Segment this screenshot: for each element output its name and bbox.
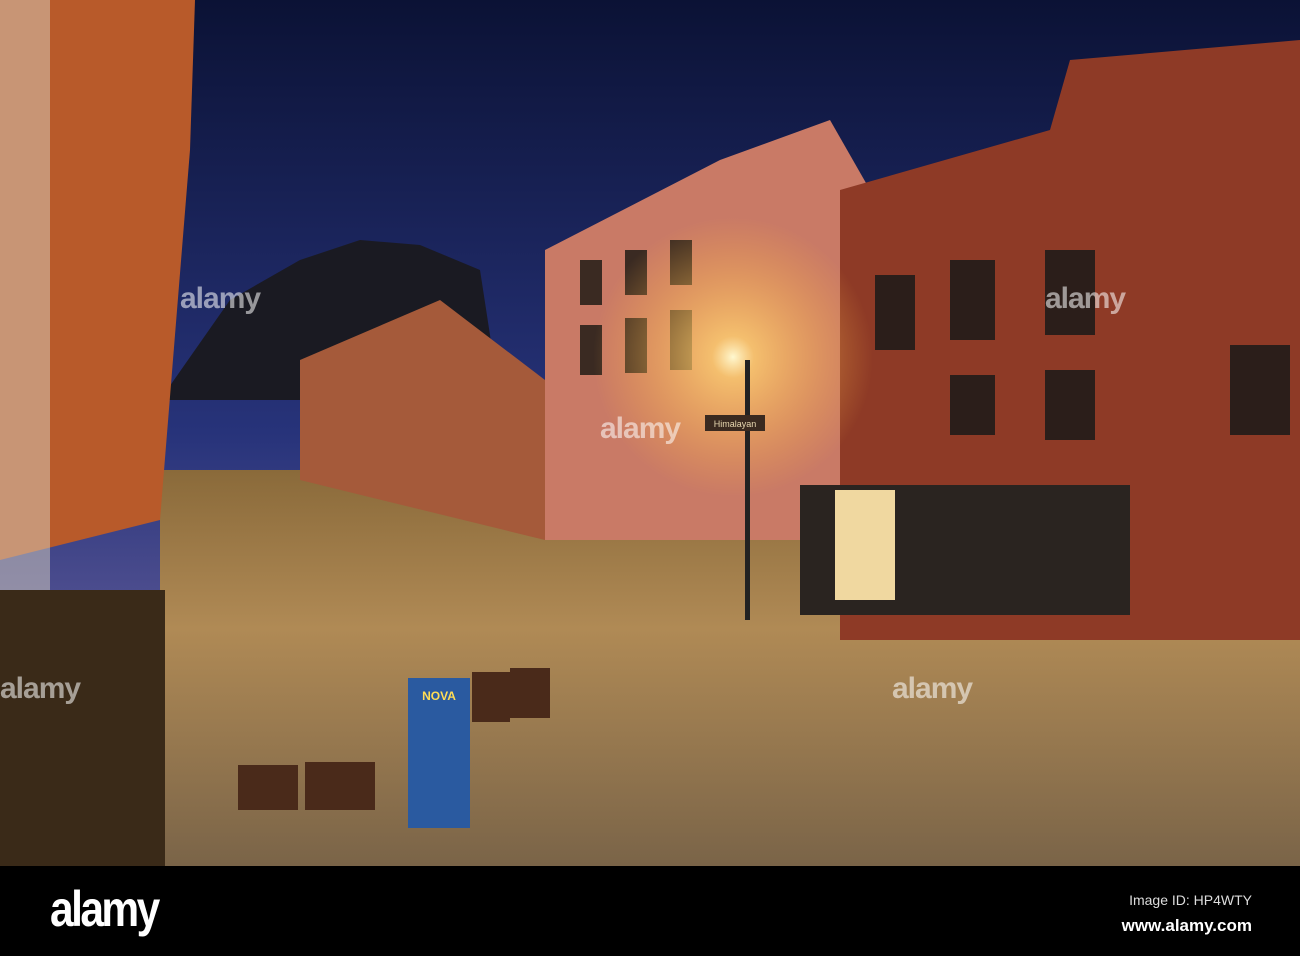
lamp-post xyxy=(745,360,750,620)
watermark: alamy xyxy=(0,672,81,705)
alamy-logo[interactable]: alamy xyxy=(50,880,160,938)
watermark: alamy xyxy=(892,672,973,705)
nova-sign-text: NOVA xyxy=(422,689,456,703)
footer-bar: alamy Image ID: HP4WTY www.alamy.com xyxy=(0,866,1300,956)
image-id: Image ID: HP4WTY xyxy=(1129,892,1252,908)
left-balcony xyxy=(0,590,165,866)
site-url[interactable]: www.alamy.com xyxy=(1122,916,1252,936)
street-lamp-glow xyxy=(593,217,873,497)
shop-sign-text: Himalayan xyxy=(714,419,757,429)
stock-photo-page: NOVA Himalayan alamy alamy alamy alamy a… xyxy=(0,0,1300,956)
watermark: alamy xyxy=(600,412,681,445)
watermark: alamy xyxy=(180,282,261,315)
watermark: alamy xyxy=(1045,282,1126,315)
